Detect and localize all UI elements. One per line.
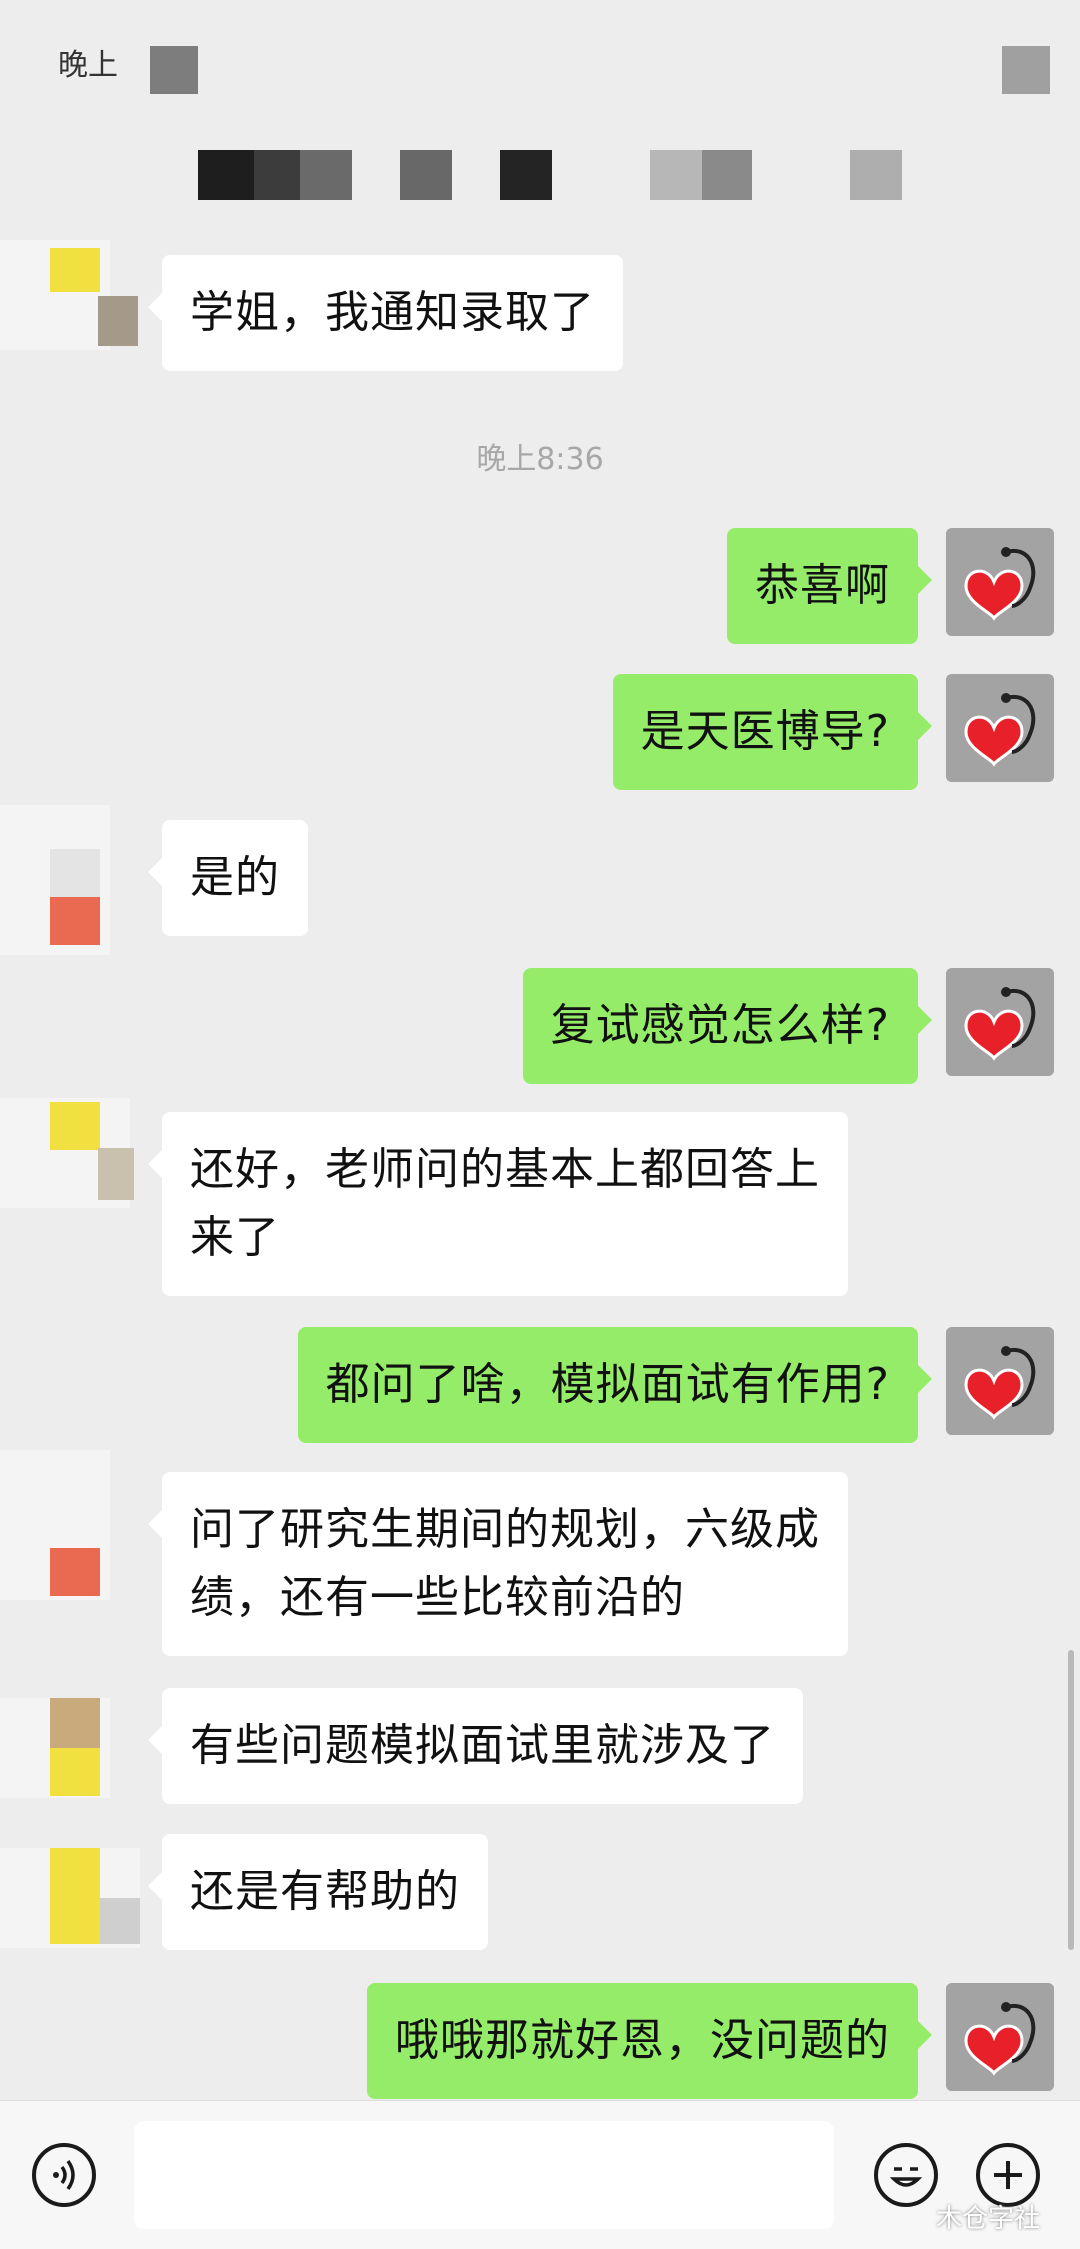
watermark: 木仓字社 [936,2204,1041,2234]
battery-icon-blurred [1002,46,1050,94]
message-bubble-outgoing[interactable]: 恭喜啊 [727,528,932,644]
chat-scrollbar[interactable] [1068,1650,1074,1950]
status-bar-blurred-icon [150,46,198,94]
avatar-self[interactable] [946,1983,1054,2091]
avatar-contact-blurred[interactable] [0,1848,140,1948]
message-bubble-incoming[interactable]: 还好，老师问的基本上都回答上 来了 [148,1112,848,1296]
heart-stethoscope-icon [946,674,1054,782]
voice-button[interactable] [32,2143,96,2207]
avatar-contact-blurred[interactable] [0,240,138,350]
plus-icon [994,2161,1022,2189]
message-bubble-incoming[interactable]: 是的 [148,820,308,936]
avatar-contact-blurred[interactable] [0,805,110,955]
message-bubble-incoming[interactable]: 学姐，我通知录取了 [148,255,623,371]
status-time: 晚上 [58,48,118,83]
chat-title-redacted [0,140,1080,206]
heart-stethoscope-icon [946,528,1054,636]
message-bubble-incoming[interactable]: 问了研究生期间的规划，六级成 绩，还有一些比较前沿的 [148,1472,848,1656]
message-line: 来了 [190,1212,280,1263]
avatar-self[interactable] [946,528,1054,636]
emoji-icon [889,2167,923,2187]
message-line: 问了研究生期间的规划，六级成 [190,1504,820,1555]
message-line: 绩，还有一些比较前沿的 [190,1572,685,1623]
input-bar [0,2100,1080,2249]
avatar-self[interactable] [946,674,1054,782]
message-bubble-outgoing[interactable]: 都问了啥，模拟面试有作用? [297,1327,933,1443]
heart-stethoscope-icon [946,1327,1054,1435]
message-timestamp: 晚上8:36 [476,442,604,477]
message-input[interactable] [134,2121,834,2229]
heart-stethoscope-icon [946,1983,1054,2091]
voice-icon [53,2159,75,2191]
avatar-contact-blurred[interactable] [0,1098,134,1208]
avatar-self[interactable] [946,968,1054,1076]
emoji-button[interactable] [874,2143,938,2207]
avatar-contact-blurred[interactable] [0,1450,110,1600]
message-bubble-incoming[interactable]: 还是有帮助的 [148,1834,488,1950]
message-bubble-incoming[interactable]: 有些问题模拟面试里就涉及了 [148,1688,803,1804]
message-bubble-outgoing[interactable]: 哦哦那就好恩，没问题的 [367,1983,932,2099]
message-bubble-outgoing[interactable]: 复试感觉怎么样? [522,968,933,1084]
heart-stethoscope-icon [946,968,1054,1076]
message-line: 还好，老师问的基本上都回答上 [190,1144,820,1195]
message-bubble-outgoing[interactable]: 是天医博导? [612,674,933,790]
avatar-contact-blurred[interactable] [0,1698,110,1798]
avatar-self[interactable] [946,1327,1054,1435]
